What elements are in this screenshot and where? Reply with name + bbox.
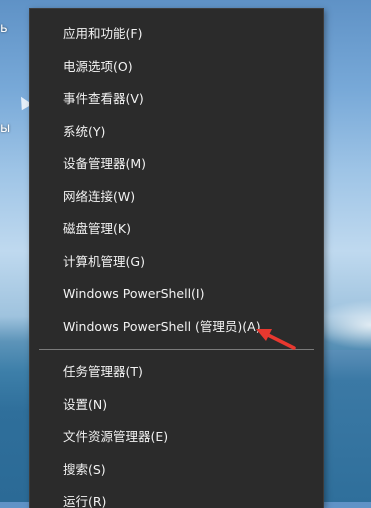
menu-separator — [39, 349, 314, 350]
menu-item-label: Windows PowerShell(I) — [63, 286, 205, 301]
menu-item-label: 运行(R) — [63, 494, 107, 508]
menu-item-powershell[interactable]: Windows PowerShell(I) — [30, 278, 323, 311]
menu-item-settings[interactable]: 设置(N) — [30, 389, 323, 422]
menu-item-label: 计算机管理(G) — [63, 253, 145, 269]
menu-item-label: Windows PowerShell (管理员)(A) — [63, 318, 261, 334]
menu-item-run[interactable]: 运行(R) — [30, 486, 323, 508]
menu-item-apps-features[interactable]: 应用和功能(F) — [30, 18, 323, 51]
menu-item-powershell-admin[interactable]: Windows PowerShell (管理员)(A) — [30, 311, 323, 344]
desktop-icon-label-fragment[interactable]: ь — [0, 22, 8, 35]
menu-item-label: 文件资源管理器(E) — [63, 429, 169, 444]
menu-item-file-explorer[interactable]: 文件资源管理器(E) — [30, 421, 323, 454]
menu-item-label: 任务管理器(T) — [63, 364, 143, 379]
menu-item-label: 系统(Y) — [63, 123, 106, 139]
menu-item-label: 设备管理器(M) — [63, 156, 147, 171]
menu-item-task-manager[interactable]: 任务管理器(T) — [30, 356, 323, 389]
menu-item-power-options[interactable]: 电源选项(O) — [30, 51, 323, 84]
menu-item-disk-management[interactable]: 磁盘管理(K) — [30, 213, 323, 246]
menu-item-label: 网络连接(W) — [63, 188, 136, 204]
menu-item-event-viewer[interactable]: 事件查看器(V) — [30, 83, 323, 116]
winx-context-menu: 应用和功能(F) 电源选项(O) 事件查看器(V) 系统(Y) 设备管理器(M)… — [29, 8, 324, 508]
menu-item-label: 磁盘管理(K) — [63, 221, 131, 236]
menu-item-label: 设置(N) — [63, 396, 108, 412]
menu-item-label: 搜索(S) — [63, 461, 106, 477]
desktop-icon-label-fragment[interactable]: ы — [0, 122, 10, 135]
menu-item-system[interactable]: 系统(Y) — [30, 116, 323, 149]
desktop-left-strip: ь ы — [0, 0, 33, 502]
menu-item-network-connections[interactable]: 网络连接(W) — [30, 181, 323, 214]
menu-item-search[interactable]: 搜索(S) — [30, 454, 323, 487]
sea-background — [323, 350, 371, 502]
menu-item-label: 应用和功能(F) — [63, 26, 143, 41]
menu-item-computer-management[interactable]: 计算机管理(G) — [30, 246, 323, 279]
menu-item-label: 事件查看器(V) — [63, 91, 144, 106]
menu-item-device-manager[interactable]: 设备管理器(M) — [30, 148, 323, 181]
menu-item-label: 电源选项(O) — [63, 58, 133, 74]
